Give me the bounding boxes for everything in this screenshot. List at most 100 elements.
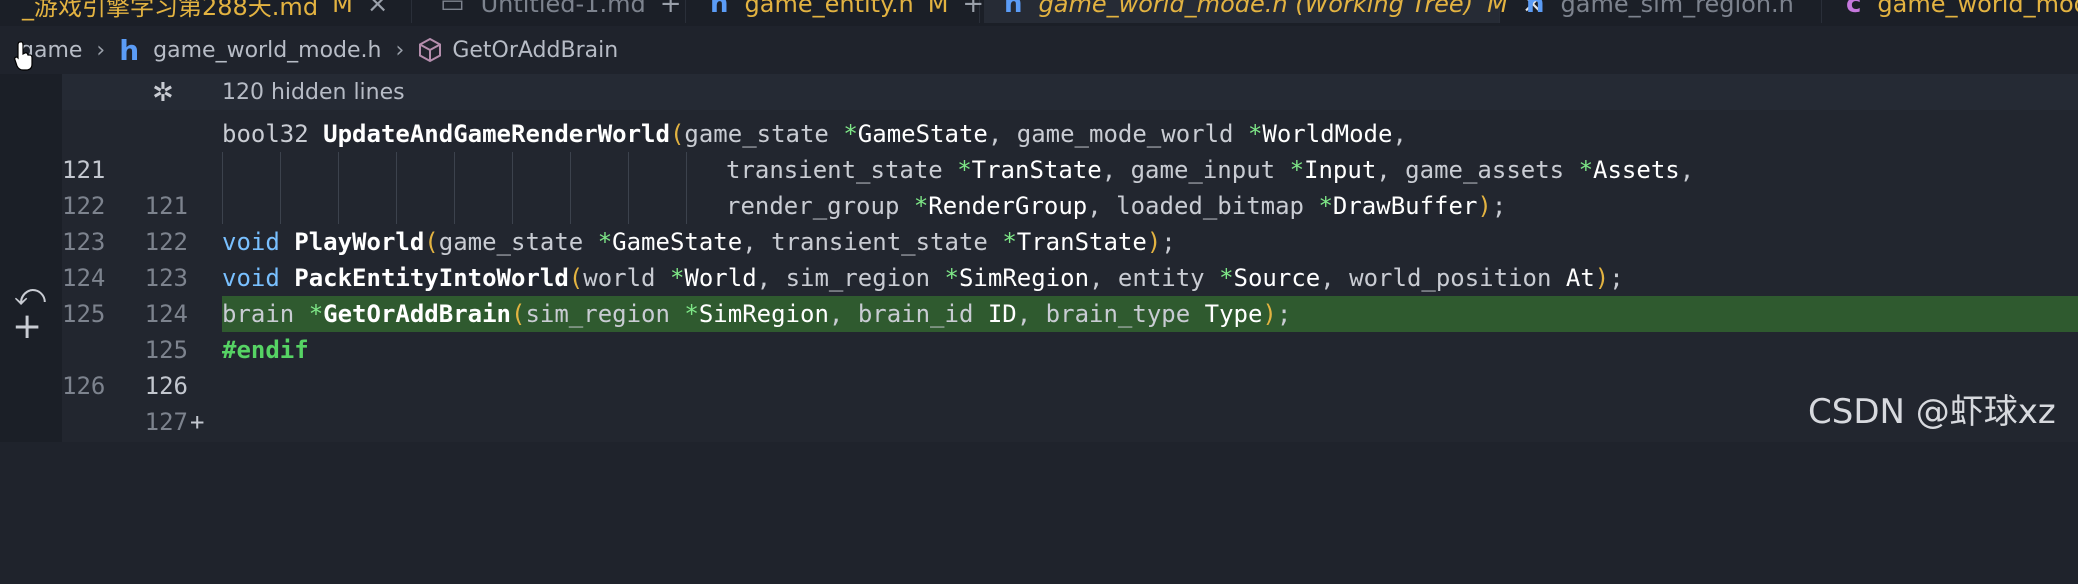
param-name: GameState bbox=[857, 120, 988, 148]
param-name: TranState bbox=[971, 156, 1102, 184]
tab-label: game_sim_region.h bbox=[1560, 0, 1794, 18]
indent-guide bbox=[512, 152, 513, 188]
code-text: render_group *RenderGroup, loaded_bitmap… bbox=[726, 192, 1507, 220]
code-line[interactable]: 126 127 #endif bbox=[0, 332, 2078, 436]
indent-guide bbox=[570, 188, 571, 224]
pointer: * bbox=[1289, 156, 1305, 184]
paren: ( bbox=[511, 300, 526, 328]
pointer: * bbox=[944, 264, 959, 292]
return-type: brain bbox=[222, 300, 295, 328]
breadcrumb-symbol[interactable]: GetOrAddBrain bbox=[418, 37, 618, 63]
paren: ( bbox=[669, 120, 685, 148]
indent-guide bbox=[338, 188, 339, 224]
close-icon[interactable]: × bbox=[367, 0, 389, 19]
param-type: sim_region bbox=[525, 300, 670, 328]
indent-guides bbox=[222, 188, 687, 224]
indent-guide bbox=[686, 188, 687, 224]
chevron-right-icon: › bbox=[395, 37, 405, 63]
function-name: GetOrAddBrain bbox=[323, 300, 511, 328]
hidden-lines-row[interactable]: ✲ 120 hidden lines bbox=[62, 74, 2078, 110]
param-type: transient_state bbox=[726, 156, 943, 184]
indent-guide bbox=[454, 188, 455, 224]
pointer: * bbox=[1318, 192, 1333, 220]
paren: ) bbox=[1477, 192, 1492, 220]
tab-game-sim-region[interactable]: h game_sim_region.h bbox=[1504, 0, 1822, 23]
indent-guide bbox=[280, 152, 281, 188]
tab-untitled[interactable]: ▭ Untitled-1.md + bbox=[420, 0, 686, 23]
return-type: void bbox=[222, 264, 280, 292]
tab-game-world-mode[interactable]: h game_world_mode.h (Working Tree) M × bbox=[984, 0, 1544, 23]
param-type: loaded_bitmap bbox=[1116, 192, 1304, 220]
param-name: Source bbox=[1233, 264, 1321, 292]
breadcrumb-file-label: game_world_mode.h bbox=[153, 37, 382, 63]
mouse-pointer-icon bbox=[14, 40, 34, 76]
param-type: game_mode_world bbox=[1016, 120, 1234, 148]
header-file-icon: h bbox=[710, 0, 729, 19]
code-text: void PackEntityIntoWorld(world *World, s… bbox=[222, 264, 1624, 292]
pointer: * bbox=[1578, 156, 1594, 184]
added-line-marker: + bbox=[190, 408, 205, 436]
return-type: void bbox=[222, 228, 280, 256]
pointer: * bbox=[957, 156, 972, 184]
indent-guide bbox=[454, 152, 455, 188]
code-line[interactable]: 125 125 void PackEntityIntoWorld(world *… bbox=[0, 260, 2078, 364]
pointer: * bbox=[669, 264, 685, 292]
tab-game-world-mode-cpp[interactable]: c game_world_mode bbox=[1826, 0, 2078, 23]
code-line[interactable]: 121 121 bool32 UpdateAndGameRenderWorld(… bbox=[0, 116, 2078, 220]
param-name: Input bbox=[1304, 156, 1377, 184]
param-name: Assets bbox=[1593, 156, 1680, 184]
tab-label: Untitled-1.md bbox=[480, 0, 646, 18]
code-line[interactable]: 123 123 render_group *RenderGroup, loade… bbox=[0, 188, 2078, 292]
paren: ) bbox=[1146, 228, 1162, 256]
tab-label: _游戏引擎学习第288天.md bbox=[22, 0, 319, 21]
param-type: entity bbox=[1117, 264, 1205, 292]
old-line-number: 126 bbox=[62, 372, 106, 400]
indent-guide bbox=[222, 188, 223, 224]
pointer: * bbox=[684, 300, 699, 328]
header-file-icon: h bbox=[1526, 0, 1545, 19]
paren: ) bbox=[1262, 300, 1277, 328]
param-name: DrawBuffer bbox=[1332, 192, 1478, 220]
function-name: UpdateAndGameRenderWorld bbox=[323, 120, 670, 148]
method-cube-icon bbox=[418, 37, 442, 63]
pointer: * bbox=[1002, 228, 1017, 256]
param-type: world bbox=[583, 264, 656, 292]
function-name: PlayWorld bbox=[294, 228, 425, 256]
close-icon[interactable]: + bbox=[660, 0, 682, 19]
unfold-icon[interactable]: ✲ bbox=[152, 78, 174, 108]
watermark: CSDN @虾球xz bbox=[1808, 392, 2056, 432]
code-text: bool32 UpdateAndGameRenderWorld(game_sta… bbox=[222, 120, 1407, 148]
param-type: brain_type bbox=[1045, 300, 1191, 328]
header-file-icon: h bbox=[1004, 0, 1023, 19]
hidden-lines-label: 120 hidden lines bbox=[222, 80, 405, 105]
indent-guide bbox=[686, 152, 687, 188]
tab-markdown-notes[interactable]: _游戏引擎学习第288天.md M × bbox=[0, 0, 412, 23]
param-name: At bbox=[1565, 264, 1595, 292]
code-line[interactable]: 124 124 void PlayWorld(game_state *GameS… bbox=[0, 224, 2078, 328]
code-text: brain *GetOrAddBrain(sim_region *SimRegi… bbox=[222, 300, 1292, 328]
tab-game-entity[interactable]: h game_entity.h M + bbox=[690, 0, 984, 23]
indent-guide bbox=[628, 188, 629, 224]
pointer: * bbox=[1247, 120, 1263, 148]
added-code-line[interactable]: 126 + brain *GetOrAddBrain(sim_region *S… bbox=[0, 296, 2078, 436]
indent-guides bbox=[222, 152, 687, 188]
markdown-file-icon: ▭ bbox=[440, 0, 465, 19]
paren: ( bbox=[424, 228, 439, 256]
stage-plus-icon[interactable]: + bbox=[12, 306, 42, 347]
close-icon[interactable]: + bbox=[962, 0, 984, 19]
paren: ) bbox=[1594, 264, 1610, 292]
tab-bar: _游戏引擎学习第288天.md M × ▭ Untitled-1.md + h … bbox=[0, 0, 2078, 26]
pointer: * bbox=[308, 300, 324, 328]
param-name: Type bbox=[1204, 300, 1263, 328]
code-line[interactable]: 122 122 transient_state *TranState, game… bbox=[0, 152, 2078, 256]
indent-guide bbox=[396, 152, 397, 188]
breadcrumb-file[interactable]: h game_world_mode.h bbox=[119, 34, 381, 67]
tab-label: game_world_mode bbox=[1877, 0, 2078, 18]
tab-status: M bbox=[927, 0, 949, 18]
indent-guide bbox=[396, 188, 397, 224]
preprocessor-directive: #endif bbox=[222, 336, 309, 364]
param-name: World bbox=[684, 264, 757, 292]
tab-status: M bbox=[332, 0, 353, 18]
indent-guide bbox=[338, 152, 339, 188]
indent-guide bbox=[628, 152, 629, 188]
